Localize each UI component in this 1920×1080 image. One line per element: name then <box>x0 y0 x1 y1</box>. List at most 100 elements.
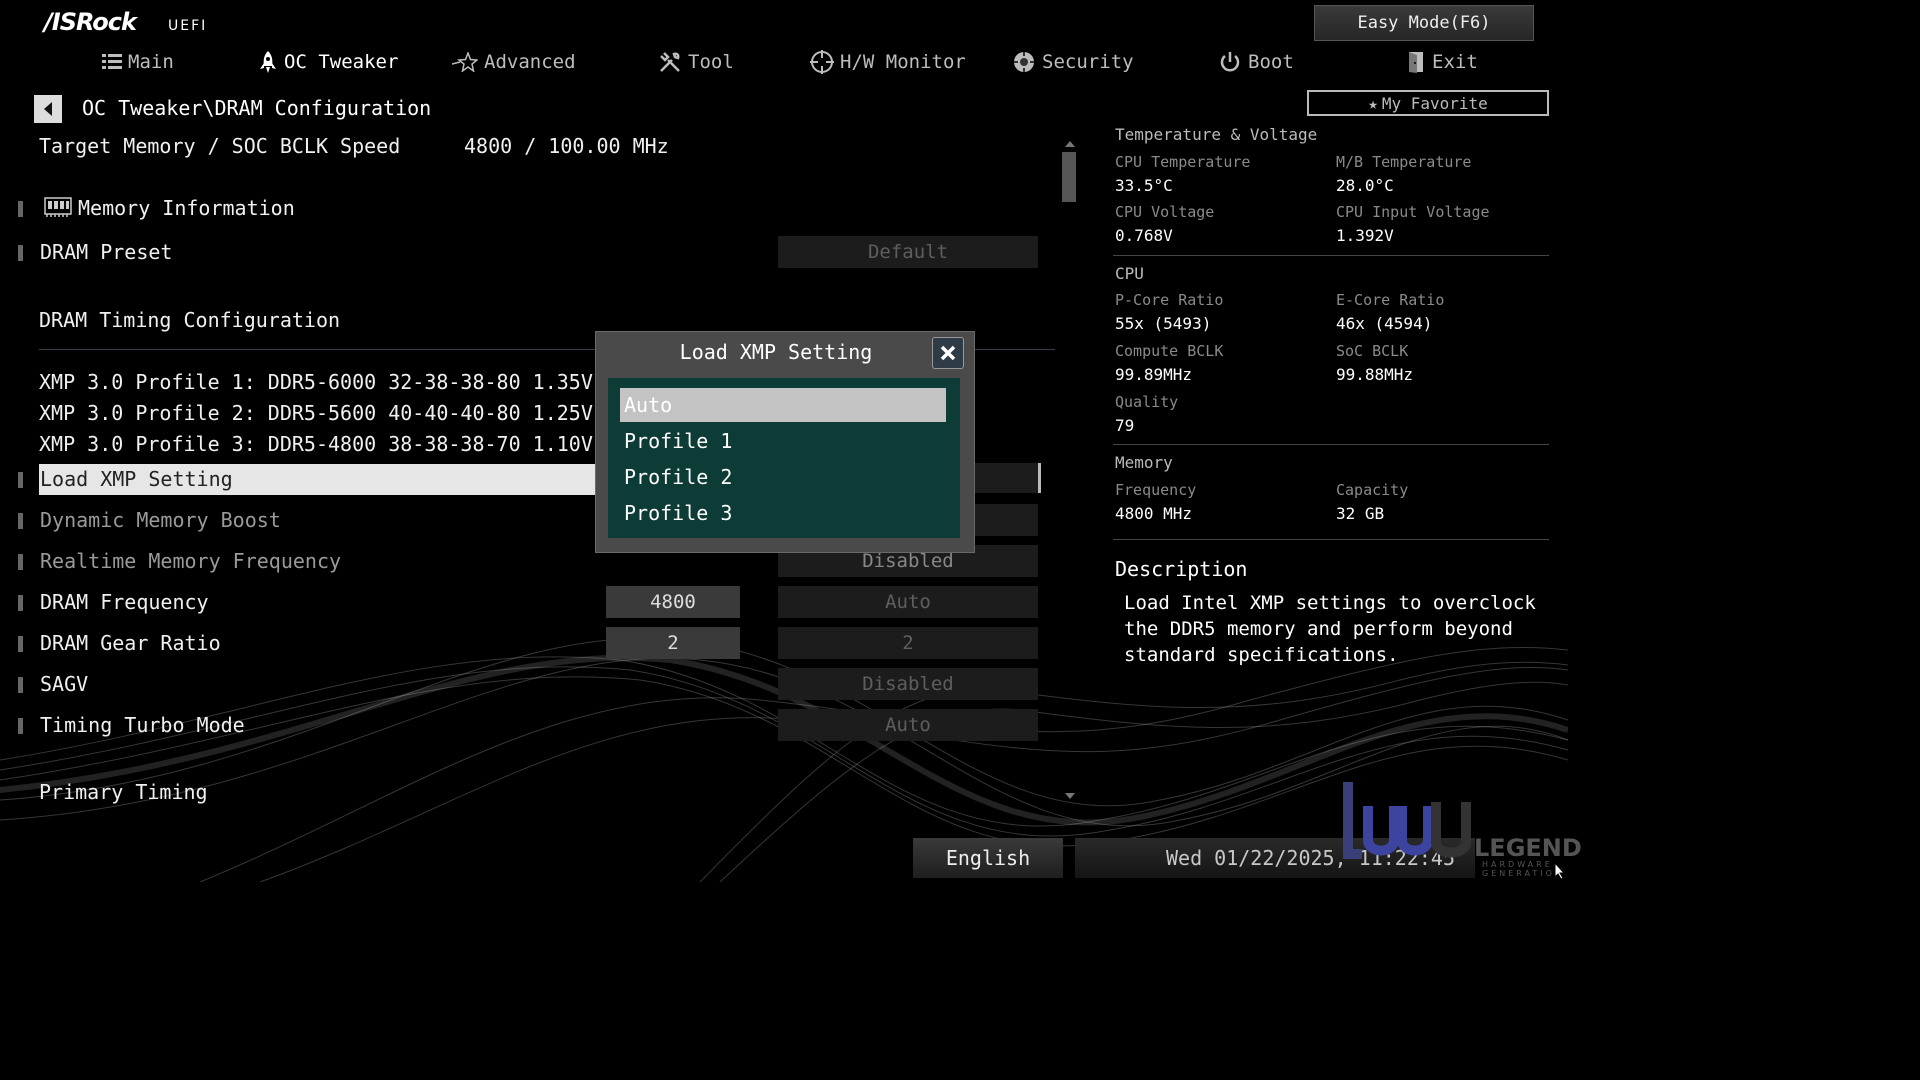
tab-advanced[interactable]: Advanced <box>452 46 576 78</box>
ecore-ratio-value: 46x (4594) <box>1336 314 1433 333</box>
dram-gear-ratio-value[interactable]: 2 <box>778 627 1038 659</box>
tab-main[interactable]: Main <box>102 46 174 78</box>
scroll-down-icon[interactable] <box>1064 792 1076 800</box>
exit-door-icon <box>1409 52 1423 73</box>
row-grip <box>18 636 23 652</box>
tab-oc-tweaker[interactable]: OC Tweaker <box>258 46 398 78</box>
option-auto[interactable]: Auto <box>620 388 946 422</box>
timing-turbo-mode-label[interactable]: Timing Turbo Mode <box>40 713 245 737</box>
panel-divider <box>1113 255 1549 256</box>
star-icon <box>452 52 478 72</box>
shield-icon <box>1014 52 1034 72</box>
brand-sub: UEFI <box>168 18 208 34</box>
sagv-label[interactable]: SAGV <box>40 672 88 696</box>
scroll-up-icon[interactable] <box>1064 140 1076 148</box>
row-grip <box>18 677 23 693</box>
cpu-voltage-value: 0.768V <box>1115 226 1173 245</box>
compute-bclk-label: Compute BCLK <box>1115 342 1224 360</box>
ecore-ratio-label: E-Core Ratio <box>1336 291 1445 309</box>
my-favorite-label: My Favorite <box>1381 93 1488 113</box>
compute-bclk-value: 99.89MHz <box>1115 365 1193 384</box>
option-profile-3[interactable]: Profile 3 <box>620 496 946 530</box>
dram-preset-value[interactable]: Default <box>778 236 1038 268</box>
language-button[interactable]: English <box>913 838 1063 878</box>
cpu-title: CPU <box>1115 264 1144 283</box>
power-icon <box>1220 52 1240 72</box>
breadcrumb: OC Tweaker\DRAM Configuration <box>82 96 432 120</box>
row-grip <box>18 245 23 261</box>
soc-bclk-label: SoC BCLK <box>1336 342 1409 360</box>
sagv-value[interactable]: Disabled <box>778 668 1038 700</box>
tab-tool[interactable]: Tool <box>658 46 734 78</box>
tab-label: Boot <box>1248 51 1294 73</box>
target-label: Target Memory / SOC BCLK Speed <box>39 134 401 158</box>
tab-exit[interactable]: Exit <box>1406 46 1478 78</box>
cpu-voltage-label: CPU Voltage <box>1115 203 1215 221</box>
close-button[interactable] <box>932 337 964 369</box>
option-profile-1[interactable]: Profile 1 <box>620 424 946 458</box>
dram-frequency-label[interactable]: DRAM Frequency <box>40 590 209 614</box>
primary-timing-heading: Primary Timing <box>39 780 208 804</box>
memory-capacity-value: 32 GB <box>1336 504 1385 523</box>
dynamic-memory-boost-label[interactable]: Dynamic Memory Boost <box>40 508 281 532</box>
tab-label: H/W Monitor <box>840 51 966 73</box>
memory-module-icon <box>44 197 72 217</box>
load-xmp-setting-label[interactable]: Load XMP Setting <box>40 467 233 491</box>
memory-frequency-label: Frequency <box>1115 481 1197 499</box>
row-grip <box>18 718 23 734</box>
target-value: 4800 / 100.00 MHz <box>464 134 669 158</box>
load-xmp-dialog: Load XMP Setting Auto Profile 1 Profile … <box>595 331 975 553</box>
watermark-text: LEGEND <box>1474 834 1582 862</box>
memory-capacity-label: Capacity <box>1336 481 1409 499</box>
pcore-ratio-label: P-Core Ratio <box>1115 291 1224 309</box>
dram-frequency-current: 4800 <box>606 586 740 618</box>
panel-divider <box>1113 539 1549 540</box>
row-grip <box>18 472 23 488</box>
row-grip <box>18 201 23 217</box>
cpu-input-voltage-label: CPU Input Voltage <box>1336 203 1490 221</box>
dram-gear-ratio-current: 2 <box>606 627 740 659</box>
watermark-logo-icon <box>1343 782 1471 859</box>
my-favorite-button[interactable]: ★ My Favorite <box>1307 90 1549 116</box>
cpu-temp-label: CPU Temperature <box>1115 153 1251 171</box>
tab-label: Advanced <box>484 51 576 73</box>
option-list: Auto Profile 1 Profile 2 Profile 3 <box>608 378 960 538</box>
list-icon <box>102 54 122 69</box>
mb-temp-label: M/B Temperature <box>1336 153 1472 171</box>
temp-voltage-title: Temperature & Voltage <box>1115 125 1318 144</box>
memory-information-item[interactable]: Memory Information <box>78 196 295 220</box>
scrollbar-thumb[interactable] <box>1062 152 1076 202</box>
description-text: Load Intel XMP settings to overclock the… <box>1124 592 1536 666</box>
memory-frequency-value: 4800 MHz <box>1115 504 1193 523</box>
tab-hw-monitor[interactable]: H/W Monitor <box>810 46 966 78</box>
brand-logo: /ISRock <box>44 8 137 36</box>
cpu-input-voltage-value: 1.392V <box>1336 226 1394 245</box>
tab-boot[interactable]: Boot <box>1218 46 1294 78</box>
easy-mode-button[interactable]: Easy Mode(F6) <box>1314 5 1534 41</box>
soc-bclk-value: 99.88MHz <box>1336 365 1414 384</box>
scrollbar[interactable] <box>1064 140 1076 804</box>
rocket-icon <box>260 51 276 73</box>
row-grip <box>18 554 23 570</box>
timing-turbo-mode-value[interactable]: Auto <box>778 709 1038 741</box>
realtime-memory-frequency-label[interactable]: Realtime Memory Frequency <box>40 549 341 573</box>
option-profile-2[interactable]: Profile 2 <box>620 460 946 494</box>
close-icon <box>940 345 956 361</box>
dram-frequency-value[interactable]: Auto <box>778 586 1038 618</box>
tab-label: Tool <box>688 51 734 73</box>
tab-security[interactable]: Security <box>1012 46 1134 78</box>
quality-value: 79 <box>1115 416 1135 435</box>
dialog-title: Load XMP Setting <box>679 340 873 364</box>
crosshair-icon <box>810 50 834 74</box>
tab-label: Security <box>1042 51 1134 73</box>
mb-temp-value: 28.0°C <box>1336 176 1394 195</box>
dram-gear-ratio-label[interactable]: DRAM Gear Ratio <box>40 631 221 655</box>
dram-timing-config-heading: DRAM Timing Configuration <box>39 308 341 332</box>
back-arrow-icon <box>44 102 52 116</box>
back-button[interactable] <box>34 95 62 123</box>
memory-title: Memory <box>1115 453 1173 472</box>
xmp-profile-1-info: XMP 3.0 Profile 1: DDR5-6000 32-38-38-80… <box>39 370 654 394</box>
description-title: Description <box>1115 557 1248 581</box>
dram-preset-label[interactable]: DRAM Preset <box>40 240 172 264</box>
row-grip <box>18 595 23 611</box>
